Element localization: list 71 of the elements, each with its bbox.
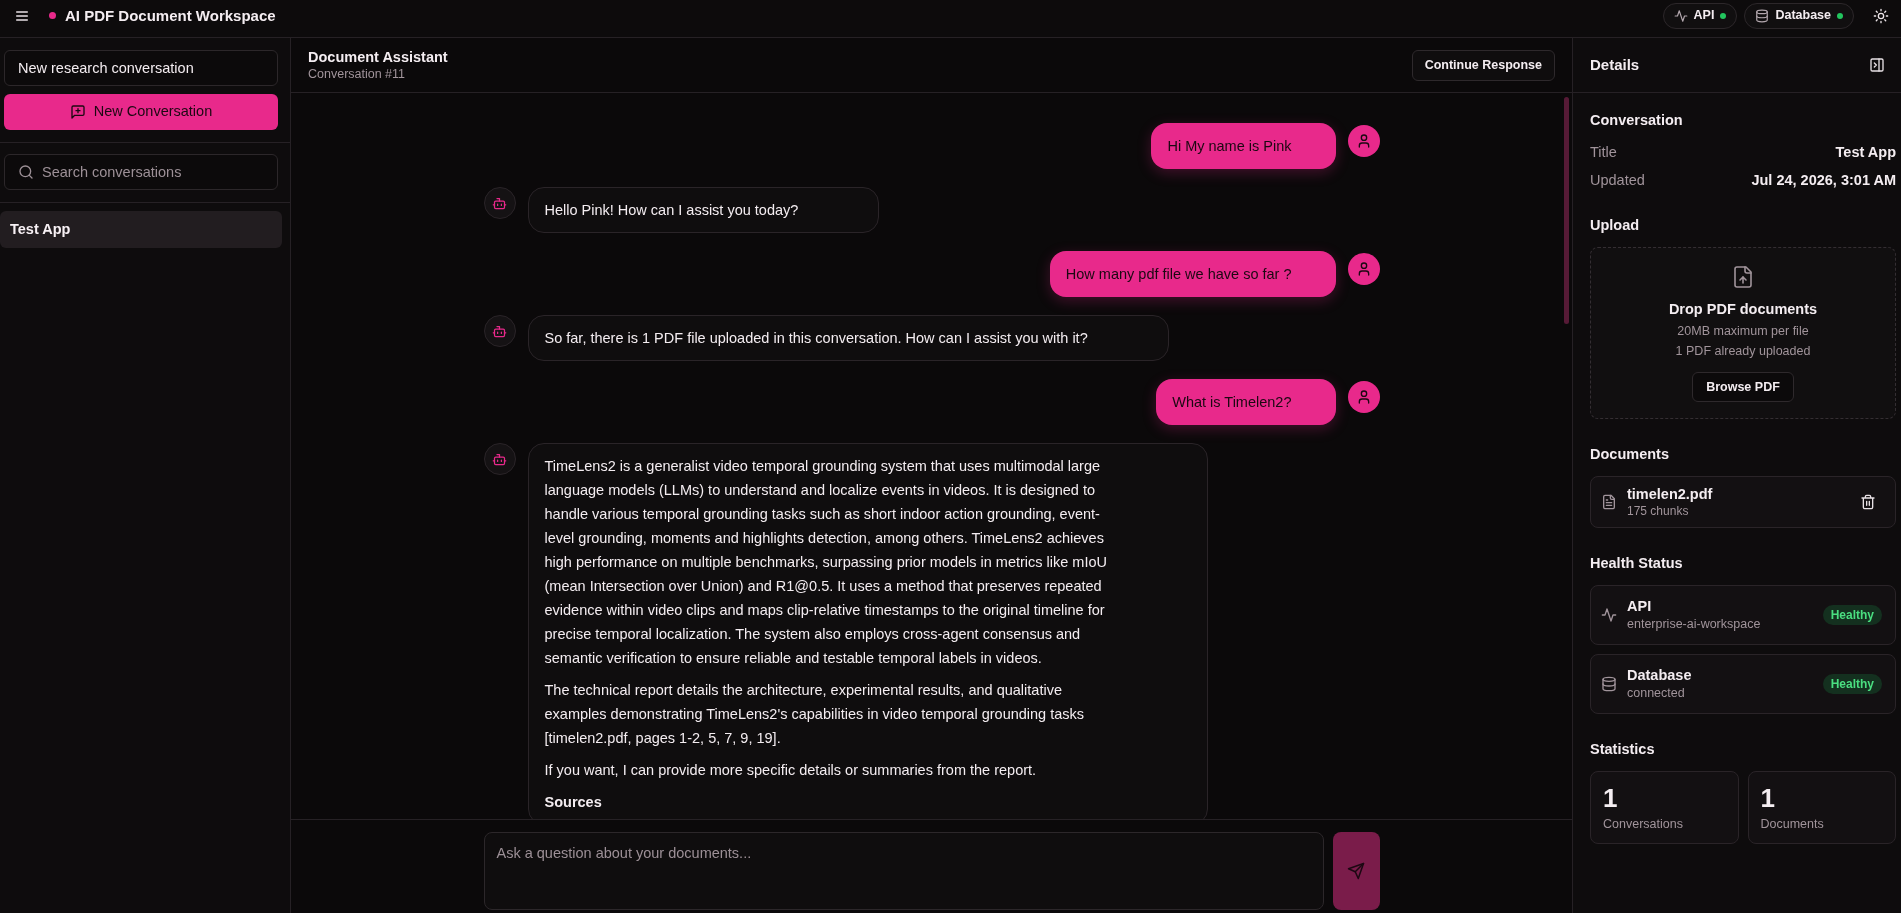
document-icon	[1601, 494, 1617, 510]
dropzone-note: 20MB maximum per file	[1677, 323, 1809, 340]
search-icon	[18, 164, 34, 180]
stat-value: 1	[1760, 784, 1776, 812]
trash-icon[interactable]	[1860, 494, 1876, 510]
continue-response-button[interactable]: Continue Response	[1411, 49, 1555, 81]
theme-toggle-button[interactable]	[1873, 7, 1889, 24]
detail-label: Title	[1590, 143, 1617, 162]
collapse-panel-button[interactable]	[1869, 57, 1885, 73]
search-field[interactable]: Search conversations	[4, 154, 278, 190]
message-heading: Sources	[544, 793, 603, 812]
stat-value: 1	[1603, 784, 1619, 812]
message-text: So far, there is 1 PDF file uploaded in this conversation. How can I assist you with it?	[544, 329, 1088, 348]
section-heading: Statistics	[1590, 740, 1656, 758]
service-detail: connected	[1627, 685, 1686, 702]
document-card[interactable]: timelen2.pdf 175 chunks	[1590, 476, 1896, 528]
service-status-chip[interactable]: API	[1662, 2, 1738, 29]
stat-label: Documents	[1760, 816, 1825, 832]
app-title: AI PDF Document Workspace	[65, 5, 276, 26]
service-label: Database	[1775, 7, 1831, 25]
health-status-badge: Healthy	[1822, 605, 1882, 625]
section-heading: Health Status	[1590, 554, 1684, 572]
message-text: How many pdf file we have so far ?	[1065, 265, 1292, 284]
service-name: Database	[1627, 666, 1693, 684]
detail-value: Test App	[1835, 143, 1896, 162]
section-heading: Documents	[1590, 445, 1670, 463]
bot-avatar-icon	[483, 315, 516, 347]
service-label: API	[1693, 7, 1715, 25]
section-heading: Conversation	[1590, 111, 1684, 129]
activity-icon	[1673, 8, 1688, 23]
scrollbar-thumb[interactable]	[1564, 97, 1569, 324]
database-icon	[1755, 8, 1770, 23]
document-name: timelen2.pdf	[1627, 485, 1714, 503]
details-title: Details	[1590, 54, 1640, 75]
sun-icon	[1873, 7, 1889, 24]
chat-title: Document Assistant	[308, 48, 448, 66]
panel-icon	[1869, 57, 1885, 73]
message-text: The technical report details the architecture, experimental results, and qualitative examples demonstrating TimeLens2's capabilities in video temporal grounding tasks [timelen2.pdf, pages 1-2, 5, 7, 9, 19].	[544, 681, 1086, 748]
stat-label: Conversations	[1603, 816, 1684, 832]
service-status-chip[interactable]: Database	[1744, 2, 1854, 29]
activity-icon	[1601, 607, 1617, 623]
dropzone-note: 1 PDF already uploaded	[1675, 343, 1811, 360]
message-text: What is Timelen2?	[1172, 393, 1292, 412]
chunk-count: 175 chunks	[1627, 503, 1690, 519]
message-text: Hi My name is Pink	[1167, 137, 1292, 156]
service-name: API	[1627, 597, 1653, 615]
health-status-badge: Healthy	[1822, 674, 1882, 694]
message-text: TimeLens2 is a generalist video temporal grounding system that uses multimodal large language models (LLMs) to understand and localize events in videos. It is designed to handle various temporal grounding tasks such as short indoor action grounding, event-level grounding, moments and highlights detection, among others. TimeLens2 achieves high performance on multiple benchmarks, surpassing prior models in metrics like mIoU (mean Intersection over Union) and R1@0.5. It uses a method that preserves repeated evidence within video clips and maps clip-relative timestamps to the original timeline for precise temporal localization. The system also employs cross-agent consensus and semantic verification to ensure reliable and testable temporal labels in videos.	[544, 457, 1108, 668]
upload-dropzone[interactable]: Drop PDF documents 20MB maximum per file 1 PDF already uploaded Browse PDF	[1590, 247, 1896, 419]
message-text: Hello Pink! How can I assist you today?	[544, 201, 799, 220]
new-conversation-button[interactable]: New Conversation	[4, 94, 278, 130]
user-avatar-icon	[1347, 381, 1380, 413]
database-icon	[1601, 676, 1617, 692]
conversation-title-field[interactable]: New research conversation	[4, 50, 278, 86]
user-avatar-icon	[1347, 253, 1380, 285]
file-upload-icon	[1731, 265, 1755, 289]
bot-avatar-icon	[483, 187, 516, 219]
message-text: If you want, I can provide more specific details or summaries from the report.	[544, 761, 1038, 780]
service-detail: enterprise-ai-workspace	[1627, 616, 1762, 633]
conversation-subtitle: Conversation #11	[308, 66, 407, 82]
conversation-item[interactable]: Test App	[0, 211, 282, 248]
section-heading: Upload	[1590, 216, 1641, 234]
message-plus-icon	[69, 104, 86, 120]
dropzone-title: Drop PDF documents	[1668, 300, 1818, 319]
detail-label: Updated	[1590, 171, 1645, 190]
detail-value: Jul 24, 2026, 3:01 AM	[1751, 171, 1896, 190]
bot-avatar-icon	[483, 443, 516, 475]
question-field[interactable]: Ask a question about your documents...	[483, 832, 1324, 910]
send-icon	[1347, 862, 1365, 880]
browse-pdf-button[interactable]: Browse PDF	[1692, 372, 1794, 402]
user-avatar-icon	[1347, 125, 1380, 157]
